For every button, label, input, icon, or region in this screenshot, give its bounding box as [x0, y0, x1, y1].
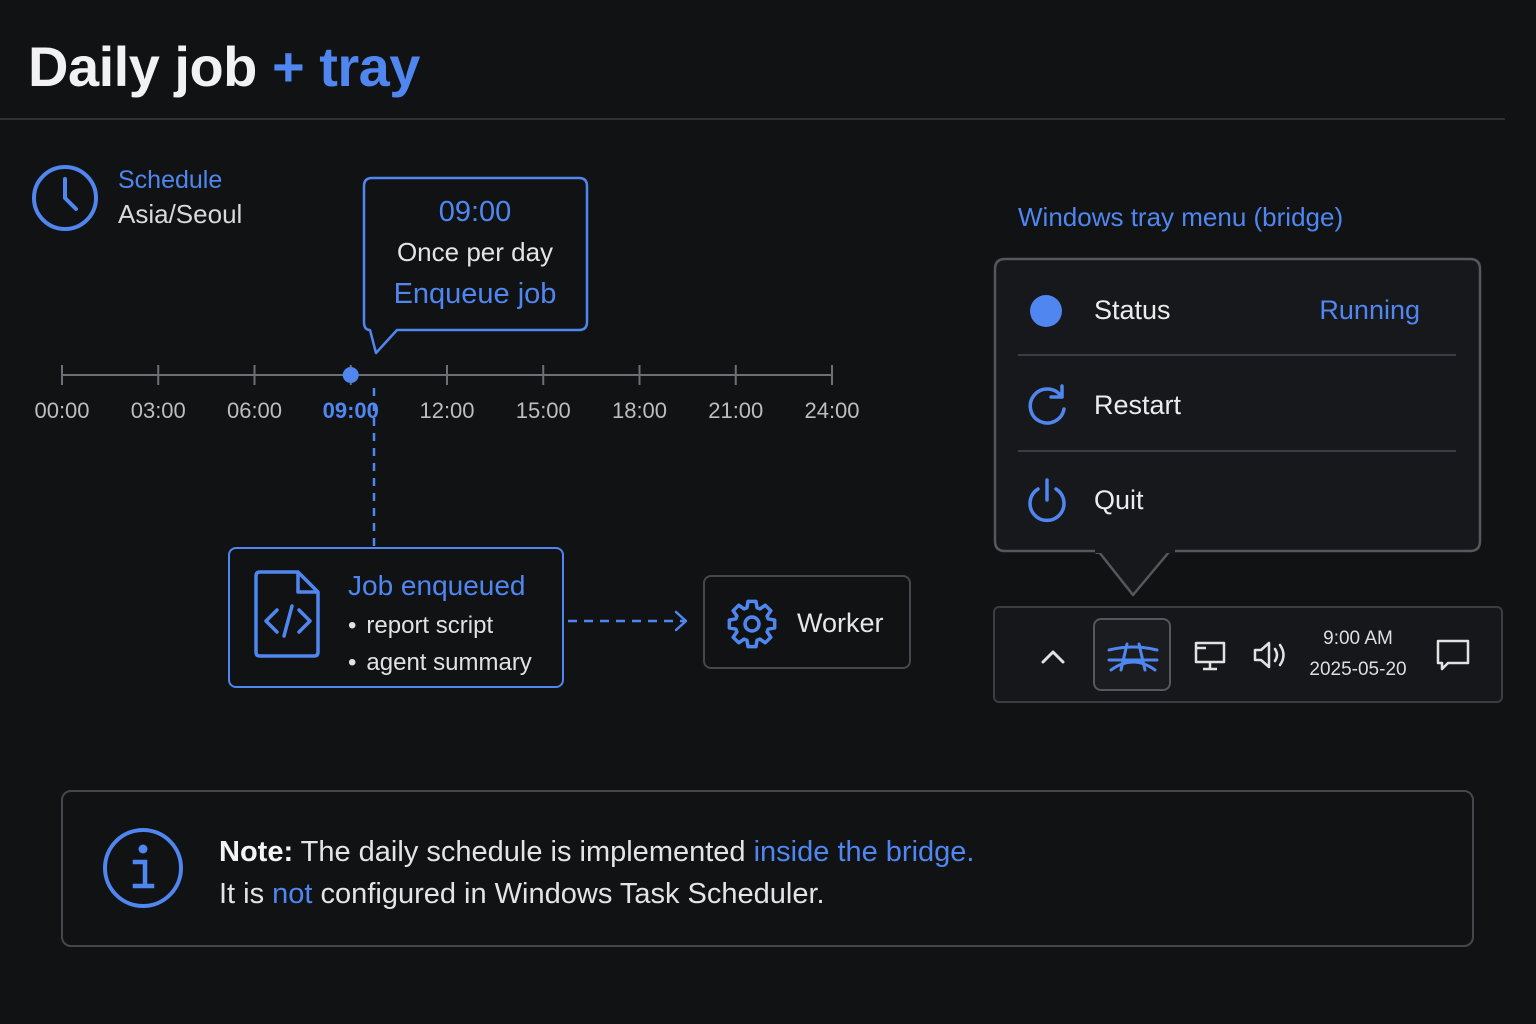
bridge-icon [1107, 642, 1159, 672]
notification-icon[interactable] [1434, 636, 1472, 674]
note-line1-text: The daily schedule is implemented [293, 836, 754, 868]
restart-label: Restart [1094, 390, 1182, 420]
job-title: Job enqueued [348, 570, 526, 601]
timeline-tick-label: 18:00 [611, 398, 668, 423]
note-line-2: It is not configured in Windows Task Sch… [219, 878, 825, 911]
quit-label: Quit [1094, 485, 1144, 515]
dashed-arrow-to-worker [568, 610, 688, 632]
schedule-label: Schedule [118, 166, 223, 194]
worker-label: Worker [797, 608, 884, 638]
code-file-icon [254, 570, 320, 658]
chevron-up-icon[interactable] [1036, 640, 1070, 674]
network-monitor-icon[interactable] [1192, 638, 1228, 674]
menu-item-status[interactable]: Status Running [1020, 273, 1456, 353]
gear-icon [727, 599, 777, 649]
note-line2-post: configured in Windows Task Scheduler. [312, 878, 825, 910]
tray-menu-title: Windows tray menu (bridge) [1018, 202, 1344, 232]
timeline-active-marker [342, 367, 359, 383]
timeline-tick-label: 24:00 [804, 398, 860, 423]
dashed-connector-vertical [372, 388, 376, 550]
note-line2-pre: It is [219, 878, 273, 910]
clock-icon [32, 165, 98, 231]
job-item-agent-summary: agent summary [348, 649, 531, 677]
title-accent: + tray [271, 35, 421, 98]
note-lead: Note: [219, 836, 294, 868]
menu-item-restart[interactable]: Restart [1020, 368, 1456, 448]
header-divider [0, 118, 1505, 120]
job-item-report-script: report script [348, 612, 493, 640]
status-dot-icon [1030, 295, 1062, 327]
volume-icon[interactable] [1251, 637, 1291, 673]
note-line-1: Note: The daily schedule is implemented … [219, 836, 974, 869]
timeline-tick-label: 00:00 [34, 398, 90, 423]
note-line2-highlight: not [272, 878, 313, 910]
power-icon [1028, 478, 1066, 523]
timeline-tick-label: 12:00 [419, 398, 475, 423]
status-label: Status [1094, 295, 1171, 325]
callout-time: 09:00 [438, 196, 512, 228]
page-title: Daily job + tray [28, 34, 420, 99]
status-value: Running [1319, 295, 1420, 325]
note-line1-highlight: inside the bridge. [753, 836, 975, 868]
menu-separator [1018, 450, 1456, 452]
timeline-tick-label: 06:00 [226, 398, 283, 423]
title-main: Daily job [28, 35, 257, 98]
restart-icon [1028, 384, 1066, 425]
callout-frequency: Once per day [396, 237, 554, 267]
taskbar-time[interactable]: 9:00 AM [1300, 628, 1416, 650]
timeline-tick-label: 21:00 [708, 398, 764, 423]
menu-item-quit[interactable]: Quit [1020, 463, 1456, 543]
callout-action: Enqueue job [393, 278, 557, 310]
taskbar-date[interactable]: 2025-05-20 [1300, 659, 1416, 681]
schedule-timezone: Asia/Seoul [118, 199, 243, 229]
menu-separator [1018, 354, 1456, 356]
menu-pointer [1095, 549, 1175, 597]
info-icon [103, 828, 183, 908]
timeline-tick-label: 03:00 [130, 398, 186, 423]
timeline-tick-label: 15:00 [515, 398, 571, 423]
